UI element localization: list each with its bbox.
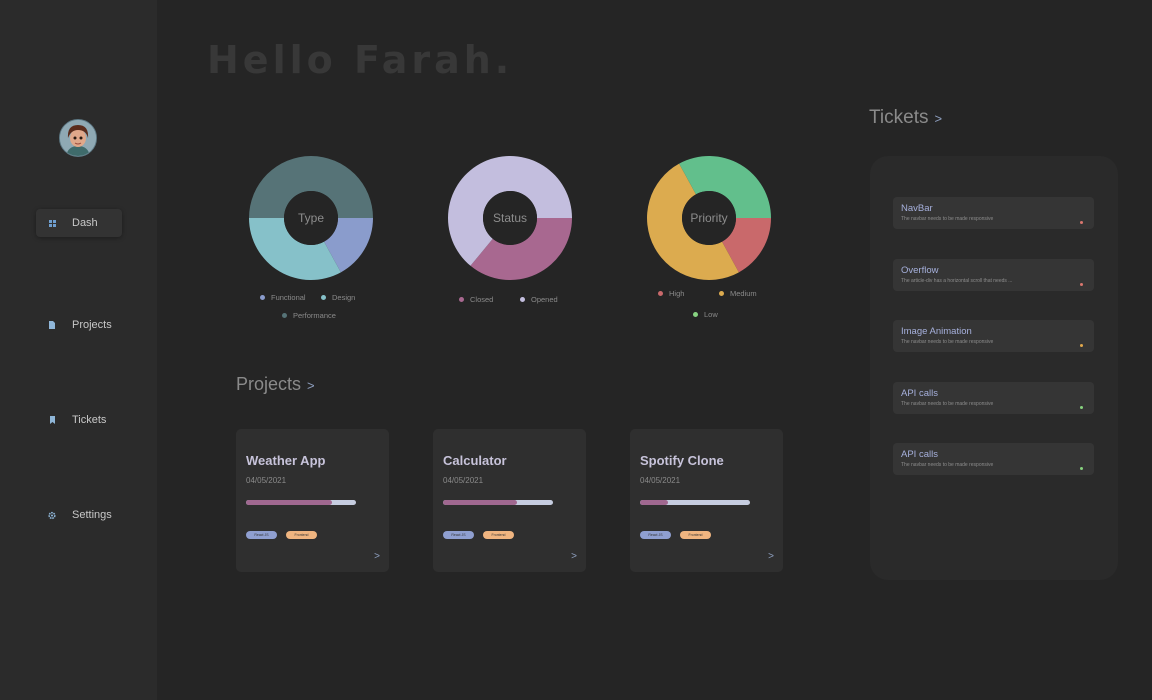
project-progress-bar	[246, 500, 356, 505]
sidebar: Dash Projects Tickets Settings	[0, 0, 157, 700]
avatar-portrait-icon	[60, 120, 96, 156]
ticket-description: The navbar needs to be made responsive	[901, 401, 994, 407]
legend-dot	[693, 312, 698, 317]
page-title: Hello Farah.	[207, 38, 514, 82]
project-progress-bar	[640, 500, 750, 505]
legend-item: Opened	[520, 295, 558, 304]
ticket-description: The navbar needs to be made responsive	[901, 339, 994, 345]
legend-label: Functional	[271, 293, 306, 302]
priority-dot	[1080, 221, 1083, 224]
sidebar-item-label: Projects	[72, 319, 112, 331]
projects-section-header[interactable]: Projects >	[236, 374, 315, 395]
ticket-description: The navbar needs to be made responsive	[901, 216, 994, 222]
project-name: Weather App	[246, 453, 326, 468]
grid-icon	[48, 219, 56, 227]
ticket-title: Overflow	[901, 265, 939, 276]
legend-dot	[260, 295, 265, 300]
project-tag-frontend: Frontend	[483, 531, 514, 539]
tickets-title: Tickets	[869, 107, 929, 128]
legend-label: Low	[704, 310, 718, 319]
priority-dot	[1080, 406, 1083, 409]
ticket-title: Image Animation	[901, 326, 972, 337]
project-date: 04/05/2021	[443, 476, 484, 485]
legend-label: Opened	[531, 295, 558, 304]
legend-dot	[719, 291, 724, 296]
priority-dot	[1080, 467, 1083, 470]
chevron-right-icon[interactable]: >	[934, 111, 942, 126]
chevron-right-icon[interactable]: >	[768, 551, 774, 562]
avatar[interactable]	[59, 119, 97, 157]
project-tag-react: React JS	[246, 531, 277, 539]
legend-item: Closed	[459, 295, 493, 304]
ticket-item[interactable]: API calls The navbar needs to be made re…	[893, 443, 1094, 475]
ticket-title: API calls	[901, 388, 938, 399]
priority-chart-center-label: Priority	[690, 211, 728, 225]
ticket-item[interactable]: Overflow The article-div has a horizonta…	[893, 259, 1094, 291]
legend-dot	[282, 313, 287, 318]
document-icon	[48, 321, 56, 329]
ticket-description: The article-div has a horizontal scroll …	[901, 278, 1013, 284]
sidebar-item-dash[interactable]: Dash	[36, 209, 122, 237]
type-chart-center-label: Type	[297, 211, 324, 225]
legend-label: Medium	[730, 289, 757, 298]
legend-item: Functional	[260, 293, 306, 302]
project-progress-fill	[443, 500, 517, 505]
legend-item: Medium	[719, 289, 757, 298]
legend-dot	[321, 295, 326, 300]
chevron-right-icon[interactable]: >	[374, 551, 380, 562]
project-card-weather-app[interactable]: Weather App 04/05/2021 React JS Frontend…	[236, 429, 389, 572]
priority-dot	[1080, 283, 1083, 286]
legend-item: Performance	[282, 311, 336, 320]
ticket-item[interactable]: Image Animation The navbar needs to be m…	[893, 320, 1094, 352]
legend-item: Design	[321, 293, 355, 302]
gear-icon	[48, 511, 56, 519]
legend-dot	[459, 297, 464, 302]
sidebar-item-settings[interactable]: Settings	[36, 501, 122, 529]
sidebar-item-label: Tickets	[72, 414, 107, 426]
sidebar-item-label: Dash	[72, 217, 98, 229]
bookmark-icon	[48, 416, 56, 424]
chevron-right-icon[interactable]: >	[307, 378, 315, 393]
project-card-calculator[interactable]: Calculator 04/05/2021 React JS Frontend …	[433, 429, 586, 572]
sidebar-item-tickets[interactable]: Tickets	[36, 406, 122, 434]
ticket-item[interactable]: NavBar The navbar needs to be made respo…	[893, 197, 1094, 229]
project-name: Calculator	[443, 453, 507, 468]
chevron-right-icon[interactable]: >	[571, 551, 577, 562]
priority-donut-chart: Priority	[647, 156, 771, 280]
project-tag-frontend: Frontend	[680, 531, 711, 539]
type-donut-chart: Type	[249, 156, 373, 280]
legend-item: Low	[693, 310, 718, 319]
legend-label: Design	[332, 293, 356, 302]
legend-item: High	[658, 289, 684, 298]
ticket-title: NavBar	[901, 203, 933, 214]
project-progress-fill	[246, 500, 332, 505]
sidebar-item-projects[interactable]: Projects	[36, 311, 122, 339]
project-tag-frontend: Frontend	[286, 531, 317, 539]
ticket-item[interactable]: API calls The navbar needs to be made re…	[893, 382, 1094, 414]
tickets-panel: NavBar The navbar needs to be made respo…	[870, 156, 1118, 580]
project-name: Spotify Clone	[640, 453, 724, 468]
legend-dot	[658, 291, 663, 296]
projects-title: Projects	[236, 374, 302, 394]
legend-label: Closed	[470, 295, 494, 304]
project-progress-bar	[443, 500, 553, 505]
tickets-section-header[interactable]: Tickets >	[869, 107, 942, 129]
project-progress-fill	[640, 500, 668, 505]
status-chart-center-label: Status	[492, 211, 528, 225]
legend-label: High	[669, 289, 685, 298]
ticket-description: The navbar needs to be made responsive	[901, 462, 994, 468]
project-date: 04/05/2021	[246, 476, 287, 485]
legend-dot	[520, 297, 525, 302]
priority-dot	[1080, 344, 1083, 347]
project-tag-react: React JS	[443, 531, 474, 539]
legend-label: Performance	[293, 311, 336, 320]
project-date: 04/05/2021	[640, 476, 681, 485]
status-donut-chart: Status	[448, 156, 572, 280]
project-tag-react: React JS	[640, 531, 671, 539]
sidebar-item-label: Settings	[72, 509, 112, 521]
ticket-title: API calls	[901, 449, 938, 460]
project-card-spotify-clone[interactable]: Spotify Clone 04/05/2021 React JS Fronte…	[630, 429, 783, 572]
